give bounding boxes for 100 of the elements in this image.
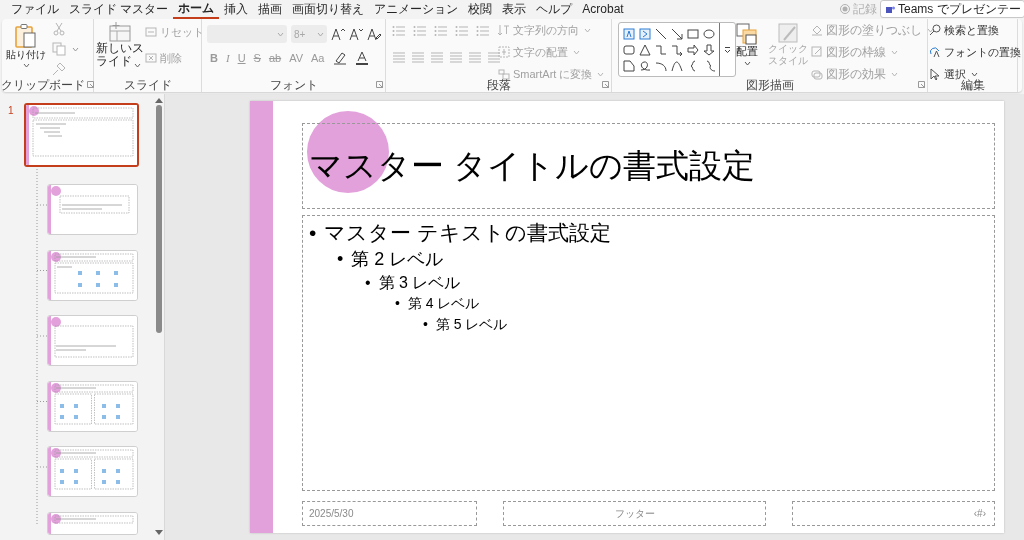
- caret-icon: [927, 27, 934, 33]
- placeholder-text: フッター: [614, 507, 655, 521]
- arc-icon[interactable]: [655, 60, 667, 72]
- slide-title: マスター タイトルの書式設定: [309, 146, 756, 186]
- menu-tab[interactable]: スライド マスター: [64, 0, 174, 19]
- placeholder-text: 2025/5/30: [309, 507, 354, 521]
- group-label: クリップボード: [1, 77, 85, 92]
- scrollbar-thumb[interactable]: [156, 105, 162, 333]
- search-icon: [929, 24, 941, 36]
- rectangle-icon[interactable]: [687, 28, 699, 40]
- body-text: 第 3 レベル: [378, 273, 461, 293]
- placeholder-text: ‹#›: [973, 507, 986, 521]
- caret-icon: [971, 71, 978, 77]
- text-direction-icon: [498, 24, 510, 36]
- quick-styles-icon: [778, 23, 798, 43]
- menu-tab[interactable]: 表示: [497, 0, 532, 19]
- dialog-launcher-icon[interactable]: [918, 81, 925, 88]
- highlighter-icon[interactable]: [332, 51, 347, 65]
- scroll-down-icon[interactable]: [155, 530, 163, 536]
- menu-tab[interactable]: Acrobat: [577, 0, 629, 19]
- font-replace-icon: [929, 46, 941, 58]
- caret-icon: [573, 49, 580, 55]
- rounded-rectangle-icon[interactable]: [623, 44, 635, 56]
- menu-tab[interactable]: ヘルプ: [531, 0, 578, 19]
- caret-icon: [134, 63, 141, 68]
- down-arrow-icon[interactable]: [703, 44, 715, 56]
- body-text: マスター テキストの書式設定: [324, 220, 612, 246]
- dialog-launcher-icon[interactable]: [376, 81, 383, 88]
- pen-outline-icon: [811, 46, 823, 58]
- arrange-button[interactable]: 配置: [736, 23, 758, 66]
- align-text-icon: [498, 46, 510, 58]
- body-text: 第 2 レベル: [351, 248, 444, 271]
- caret-icon: [277, 31, 284, 37]
- format-painter-icon[interactable]: [52, 62, 66, 76]
- caret-icon: [72, 47, 79, 52]
- menu-tab[interactable]: 校閲: [463, 0, 498, 19]
- group-label: 図形描画: [745, 77, 794, 92]
- copy-icon[interactable]: [52, 42, 66, 56]
- menu-tab[interactable]: 挿入: [219, 0, 254, 19]
- caret-icon: [891, 71, 898, 77]
- right-arrow-icon[interactable]: [687, 44, 699, 56]
- bullets-icon[interactable]: [392, 24, 406, 38]
- bullet: •: [337, 248, 344, 271]
- body-text: 第 4 レベル: [407, 294, 480, 313]
- triangle-icon[interactable]: [639, 44, 651, 56]
- font-color-icon[interactable]: [354, 51, 369, 65]
- bullet: •: [365, 273, 371, 293]
- text-box-icon[interactable]: [623, 28, 635, 40]
- connector-arrow-icon[interactable]: [671, 44, 683, 56]
- shrink-font-icon[interactable]: [349, 27, 363, 41]
- caret-icon: [743, 61, 751, 66]
- bullet: •: [309, 220, 317, 246]
- paint-bucket-icon: [811, 24, 823, 36]
- body-text: 第 5 レベル: [435, 315, 508, 334]
- teams-icon: [886, 4, 895, 14]
- caret-icon: [597, 71, 605, 77]
- menu-tab[interactable]: 描画: [253, 0, 288, 19]
- scroll-up-icon[interactable]: [155, 97, 163, 103]
- new-slide-button[interactable]: 新しいスライド: [96, 22, 144, 68]
- grow-font-icon[interactable]: [331, 27, 345, 41]
- smartart-icon: [498, 68, 510, 80]
- connector-icon[interactable]: [655, 44, 667, 56]
- arrange-icon: [736, 23, 758, 45]
- shape-effects-icon: [811, 68, 823, 80]
- freeform-icon[interactable]: [623, 60, 635, 72]
- group-label: フォント: [269, 77, 318, 92]
- caret-icon: [317, 31, 324, 37]
- scribble-icon[interactable]: [639, 60, 651, 72]
- increase-indent-icon[interactable]: [455, 24, 469, 38]
- delete-icon: [145, 52, 157, 64]
- more-icon: [724, 46, 731, 53]
- columns-icon[interactable]: [487, 51, 501, 65]
- oval-icon[interactable]: [703, 28, 715, 40]
- numbering-icon[interactable]: [413, 24, 427, 38]
- slide-thumbnail[interactable]: [24, 103, 139, 167]
- caret-icon: [584, 27, 591, 33]
- decrease-indent-icon[interactable]: [434, 24, 448, 38]
- record-icon: [840, 4, 850, 14]
- dialog-launcher-icon[interactable]: [602, 81, 609, 88]
- teams-button[interactable]: Teams でプレゼンテー: [880, 0, 1024, 18]
- shapes-gallery[interactable]: [618, 22, 736, 77]
- vertical-text-box-icon[interactable]: [639, 28, 651, 40]
- bullet: •: [423, 315, 428, 334]
- menu-tab[interactable]: 画面切り替え: [287, 0, 370, 19]
- group-label: スライド: [123, 77, 172, 92]
- select-cursor-icon: [929, 68, 941, 80]
- line-icon[interactable]: [655, 28, 667, 40]
- curve-icon[interactable]: [671, 60, 683, 72]
- caret-icon: [22, 63, 30, 68]
- menu-tab[interactable]: ファイル: [6, 0, 64, 19]
- reset-icon: [145, 26, 157, 38]
- dialog-launcher-icon[interactable]: [87, 81, 94, 88]
- clear-format-icon[interactable]: [367, 27, 381, 41]
- clipboard-icon: [14, 23, 38, 49]
- line-spacing-icon[interactable]: [476, 24, 490, 38]
- caret-icon: [891, 49, 898, 55]
- slide-number: 1: [8, 104, 14, 118]
- menu-tab[interactable]: アニメーション: [369, 0, 464, 19]
- bullet: •: [395, 294, 400, 313]
- arrow-icon[interactable]: [671, 28, 683, 40]
